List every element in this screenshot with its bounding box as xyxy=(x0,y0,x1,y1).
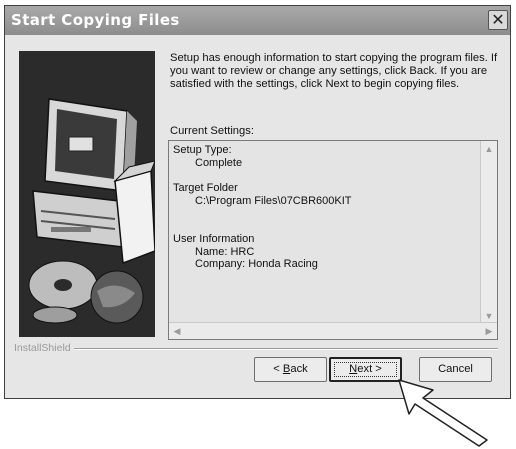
installshield-label: InstallShield xyxy=(14,342,74,354)
description-text: Setup has enough information to start co… xyxy=(170,52,498,90)
close-icon: ✕ xyxy=(491,12,505,29)
vertical-scrollbar[interactable]: ▲ ▼ xyxy=(480,141,497,324)
user-company-line: Company: Honda Racing xyxy=(195,258,318,270)
scroll-down-icon[interactable]: ▼ xyxy=(482,309,496,323)
horizontal-scrollbar[interactable]: ◀ ▶ xyxy=(169,322,497,339)
target-folder-label: Target Folder xyxy=(173,182,238,194)
side-illustration xyxy=(19,51,155,337)
setup-type-label: Setup Type: xyxy=(173,144,232,156)
scroll-left-icon[interactable]: ◀ xyxy=(170,324,184,338)
scroll-up-icon[interactable]: ▲ xyxy=(482,142,496,156)
settings-content: Setup Type: Complete Target Folder C:\Pr… xyxy=(173,144,352,271)
target-folder-value: C:\Program Files\07CBR600KIT xyxy=(195,194,352,207)
window-title: Start Copying Files xyxy=(11,11,180,29)
scroll-right-icon[interactable]: ▶ xyxy=(482,324,496,338)
back-rest: ack xyxy=(290,363,308,375)
current-settings-label: Current Settings: xyxy=(170,125,254,137)
close-button[interactable]: ✕ xyxy=(488,10,508,30)
user-info-label: User Information xyxy=(173,233,255,245)
back-button[interactable]: < Back xyxy=(254,357,327,382)
divider xyxy=(70,348,498,350)
current-settings-box[interactable]: Setup Type: Complete Target Folder C:\Pr… xyxy=(168,140,498,340)
computer-and-cds-illustration-icon xyxy=(19,51,155,337)
back-prefix: < xyxy=(273,363,283,375)
setup-type-value: Complete xyxy=(195,156,243,169)
focus-rect xyxy=(334,362,397,377)
title-bar[interactable]: Start Copying Files ✕ xyxy=(5,6,510,35)
user-name-line: Name: HRC xyxy=(195,245,255,258)
arrow-pointer-icon xyxy=(398,379,488,447)
next-button[interactable]: Next > xyxy=(329,357,402,382)
